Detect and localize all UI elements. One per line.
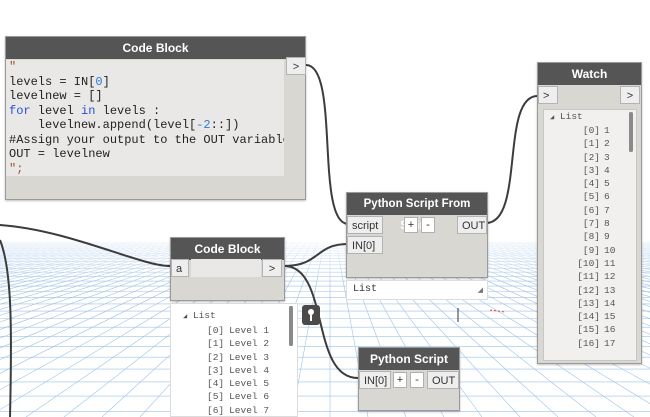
code-editor[interactable]: " levels = IN[0] levelnew = [] for level in… <box>6 60 284 176</box>
list-item[interactable]: [4] Level 5 <box>207 377 269 390</box>
list-item[interactable]: [9] 10 <box>570 244 636 257</box>
output-port[interactable]: > <box>286 57 306 75</box>
wire-offscreen-left[interactable] <box>0 224 171 267</box>
list-item[interactable]: [3] 4 <box>570 164 636 177</box>
code-block-node[interactable]: Code Block " levels = IN[0] levelnew = [] f… <box>5 36 306 200</box>
watch-scrollbar[interactable] <box>629 112 633 152</box>
list-item[interactable]: [2] 3 <box>570 151 636 164</box>
list-item[interactable]: [6] Level 7 <box>207 404 269 417</box>
input-port-in0[interactable]: IN[0] <box>347 236 383 254</box>
python-from-string-preview[interactable]: List ◢ <box>346 280 488 300</box>
node-title[interactable]: Code Block <box>171 238 284 260</box>
code-line: "; <box>9 161 24 176</box>
list-item[interactable]: [2] Level 3 <box>207 351 269 364</box>
code-editor[interactable]: a[0..98]; <box>191 259 261 277</box>
code-line: #Assign your output to the OUT variable. <box>9 132 284 147</box>
code-line: " <box>9 60 17 74</box>
list-item[interactable]: [1] 2 <box>570 137 636 150</box>
list-item[interactable]: [1] Level 2 <box>207 337 269 350</box>
node-title[interactable]: Watch <box>538 63 641 85</box>
list-header[interactable]: ◢ List <box>544 110 636 124</box>
graph-canvas[interactable]: Code Block " levels = IN[0] levelnew = [] f… <box>0 0 650 417</box>
list-item[interactable]: [0] Level 1 <box>207 324 269 337</box>
node-title[interactable]: Code Block <box>6 37 305 59</box>
list-item[interactable]: [0] 1 <box>570 124 636 137</box>
python-from-string-node[interactable]: Python Script From String script IN[0] +… <box>346 192 488 278</box>
code-line: OUT = levelnew <box>9 147 110 161</box>
list-item[interactable]: [13] 14 <box>570 297 636 310</box>
list-header[interactable]: ◢ List <box>183 310 216 321</box>
input-port-in0[interactable]: IN[0] <box>359 371 391 389</box>
wire-script-out-to-watch[interactable] <box>485 94 539 224</box>
code-line: levelnew.append(level[-2::]) <box>9 118 240 132</box>
output-port[interactable]: OUT <box>457 216 487 234</box>
wire-codeblock-to-script[interactable] <box>305 64 349 225</box>
wire-offscreen-down[interactable] <box>0 239 12 417</box>
list-item[interactable]: [8] 9 <box>570 230 636 243</box>
node-title[interactable]: Python Script <box>359 348 459 370</box>
node-title[interactable]: Python Script From String <box>347 193 487 232</box>
preview-scrollbar[interactable] <box>289 306 293 346</box>
triangle-collapse-icon[interactable]: ◢ <box>550 114 554 122</box>
list-item[interactable]: [3] Level 4 <box>207 364 269 377</box>
scroll-thumb[interactable] <box>289 306 293 346</box>
list-item[interactable]: [4] 5 <box>570 177 636 190</box>
remove-input-button[interactable]: - <box>410 372 424 388</box>
watch-node[interactable]: Watch > > ◢ List [0] 1 [1] 2 [2] 3 [3] 4 [4] 5 [5]… <box>537 62 642 364</box>
pin-icon[interactable] <box>302 305 320 325</box>
list-item[interactable]: [16] 17 <box>570 337 636 350</box>
list-item[interactable]: [11] 12 <box>570 270 636 283</box>
output-port[interactable]: OUT <box>427 371 459 389</box>
list-item[interactable]: [12] 13 <box>570 284 636 297</box>
watch-list-view[interactable]: ◢ List [0] 1 [1] 2 [2] 3 [3] 4 [4] 5 [5] 6 [6] 7 [7] 8[… <box>543 109 637 361</box>
code-line: for level in levels : <box>9 103 161 118</box>
list-item[interactable]: [10] 11 <box>570 257 636 270</box>
list-item[interactable]: [5] Level 6 <box>207 390 269 403</box>
add-input-button[interactable]: + <box>404 217 418 233</box>
list-item[interactable]: [6] 7 <box>570 204 636 217</box>
python-script-node[interactable]: Python Script IN[0] + - OUT <box>358 347 460 411</box>
input-port-a[interactable]: a <box>171 259 189 277</box>
list-item[interactable]: [5] 6 <box>570 190 636 203</box>
code-line: levels = IN[0] <box>9 74 110 89</box>
code-block-preview[interactable]: ◢ List [0] Level 1 [1] Level 2 [2] Level 3 [3]… <box>170 303 298 417</box>
scroll-thumb[interactable] <box>629 112 633 152</box>
wire-smallcode-to-in0[interactable] <box>283 243 349 267</box>
output-port[interactable]: > <box>262 259 282 277</box>
triangle-collapse-icon[interactable]: ◢ <box>183 313 187 321</box>
remove-input-button[interactable]: - <box>421 217 435 233</box>
list-item[interactable]: [14] 15 <box>570 310 636 323</box>
input-port[interactable]: > <box>538 86 558 104</box>
code-line: levelnew = [] <box>9 89 103 103</box>
code-block-range-node[interactable]: Code Block a a[0..98]; > <box>170 237 285 301</box>
list-item[interactable]: [7] 8 <box>570 217 636 230</box>
output-port[interactable]: > <box>620 86 640 104</box>
input-port-script[interactable]: script <box>347 216 383 234</box>
add-input-button[interactable]: + <box>393 372 407 388</box>
list-item[interactable]: [15] 16 <box>570 323 636 336</box>
expand-icon[interactable]: ◢ <box>478 286 483 294</box>
